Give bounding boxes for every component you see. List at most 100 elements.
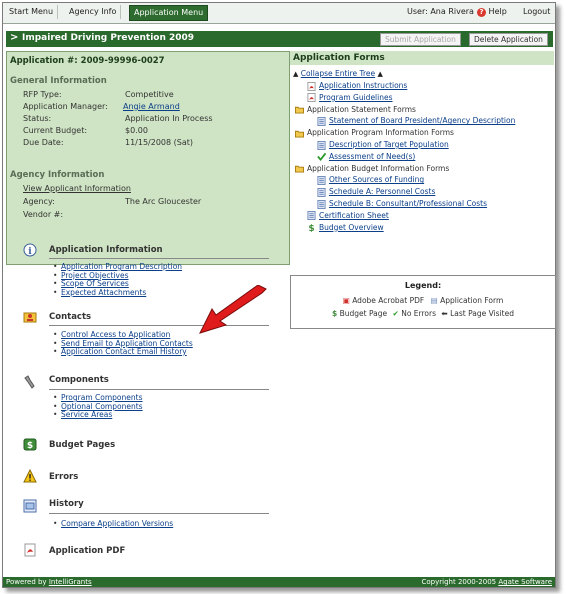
copyright-label: Copyright 2000-2005 xyxy=(421,578,497,586)
divider xyxy=(49,389,269,390)
tree-link[interactable]: Schedule A: Personnel Costs xyxy=(329,187,435,196)
legend-form-label: Application Form xyxy=(440,296,504,305)
service-areas-link[interactable]: Service Areas xyxy=(61,410,112,419)
agency-information-header: Agency Information xyxy=(10,170,105,180)
tree-item[interactable]: Application Program Information Forms xyxy=(295,128,454,138)
components-list: Program Components Optional Components S… xyxy=(53,393,143,420)
document-icon xyxy=(317,187,326,197)
svg-text:$: $ xyxy=(27,441,33,451)
tree-item[interactable]: Other Sources of Funding xyxy=(317,175,424,185)
tree-link[interactable]: Certification Sheet xyxy=(319,211,389,220)
contacts-icon xyxy=(23,310,37,324)
view-applicant-link[interactable]: View Applicant Information xyxy=(23,184,131,193)
powered-by-label: Powered by xyxy=(6,578,47,586)
tree-link[interactable]: Assessment of Need(s) xyxy=(329,152,415,161)
application-titlebar: > Impaired Driving Prevention 2009 Submi… xyxy=(6,31,553,47)
components-icon xyxy=(23,375,37,389)
tree-item[interactable]: Schedule A: Personnel Costs xyxy=(317,187,435,197)
tree-link[interactable]: Application Instructions xyxy=(319,81,407,90)
components-header: Components xyxy=(49,375,109,385)
tree-link[interactable]: Other Sources of Funding xyxy=(329,175,424,184)
field-label: Application Manager: xyxy=(23,102,108,111)
list-item[interactable]: Compare Application Versions xyxy=(53,519,173,529)
legend-budget-label: Budget Page xyxy=(339,309,388,318)
document-icon: ▤ xyxy=(430,296,438,305)
field-status: Status: Application In Process xyxy=(23,114,283,124)
field-label: Status: xyxy=(23,114,52,123)
agate-software-link[interactable]: Agate Software xyxy=(498,578,552,586)
app-window: Start Menu Agency Info Application Menu … xyxy=(2,2,556,588)
errors-link[interactable]: Errors xyxy=(49,472,78,482)
tree-link[interactable]: Program Guidelines xyxy=(319,93,393,102)
help-link[interactable]: ? Help xyxy=(477,5,507,19)
list-item[interactable]: Service Areas xyxy=(53,410,143,420)
application-forms-header: Application Forms xyxy=(290,51,554,65)
contact-email-history-link[interactable]: Application Contact Email History xyxy=(61,347,187,356)
legend-no-errors-label: No Errors xyxy=(401,309,436,318)
tree-folder-label: Application Budget Information Forms xyxy=(307,163,450,173)
field-agency: Agency: The Arc Gloucester xyxy=(23,197,283,207)
tree-item[interactable]: Application Instructions xyxy=(307,81,407,91)
warning-icon xyxy=(23,468,37,483)
compare-versions-link[interactable]: Compare Application Versions xyxy=(61,519,173,528)
legend-title: Legend: xyxy=(404,281,442,290)
logout-link[interactable]: Logout xyxy=(523,5,550,19)
application-information-header: Application Information xyxy=(49,245,163,255)
application-number: Application #: 2009-99996-0027 xyxy=(10,56,165,66)
tree-item[interactable]: Certification Sheet xyxy=(307,211,389,221)
contacts-list: Control Access to Application Send Email… xyxy=(53,330,193,357)
chevron-right-icon[interactable]: > xyxy=(10,32,18,43)
pdf-icon xyxy=(23,543,37,557)
tree-item[interactable]: Schedule B: Consultant/Professional Cost… xyxy=(317,199,487,209)
document-icon xyxy=(307,211,316,221)
tree-item[interactable]: Assessment of Need(s) xyxy=(317,152,415,162)
tree-link[interactable]: Description of Target Population xyxy=(329,140,449,149)
legend-box: Legend: ▣ Adobe Acrobat PDF ▤ Applicatio… xyxy=(290,275,556,329)
application-pdf-link[interactable]: Application PDF xyxy=(49,546,125,556)
application-manager-link[interactable]: Angie Armand xyxy=(123,102,180,111)
folder-icon xyxy=(295,105,304,114)
field-label: Vendor #: xyxy=(23,210,64,219)
nav-agency-info[interactable]: Agency Info xyxy=(65,5,122,19)
footer: Powered by IntelliGrants Copyright 2000-… xyxy=(3,577,555,587)
delete-application-button[interactable]: Delete Application xyxy=(469,33,548,46)
svg-text:i: i xyxy=(28,247,32,257)
tree-item[interactable]: Statement of Board President/Agency Desc… xyxy=(317,116,515,126)
expected-attachments-link[interactable]: Expected Attachments xyxy=(61,288,146,297)
tree-link[interactable]: Budget Overview xyxy=(319,223,384,232)
collapse-tree-link[interactable]: Collapse Entire Tree xyxy=(301,69,375,78)
field-value: The Arc Gloucester xyxy=(125,197,202,206)
collapse-tree-control[interactable]: ▲ Collapse Entire Tree ▲ xyxy=(293,69,383,78)
document-icon xyxy=(317,199,326,209)
nav-application-menu[interactable]: Application Menu xyxy=(129,5,209,21)
tree-item[interactable]: $ Budget Overview xyxy=(307,223,384,235)
field-value: $0.00 xyxy=(125,126,148,135)
list-item[interactable]: Application Contact Email History xyxy=(53,347,193,357)
copyright: Copyright 2000-2005 Agate Software xyxy=(422,577,552,587)
annotation-arrow-icon xyxy=(199,285,267,334)
intelligrants-link[interactable]: IntelliGrants xyxy=(49,578,92,586)
budget-pages-link[interactable]: Budget Pages xyxy=(49,440,115,450)
tree-item[interactable]: Application Budget Information Forms xyxy=(295,164,449,174)
tree-item[interactable]: Program Guidelines xyxy=(307,93,393,103)
document-icon xyxy=(317,116,326,126)
tree-item[interactable]: Application Statement Forms xyxy=(295,105,416,115)
checkmark-icon: ✔ xyxy=(392,309,399,318)
field-rfp-type: RFP Type: Competitive xyxy=(23,90,283,100)
tree-item[interactable]: Description of Target Population xyxy=(317,140,449,150)
nav-start-menu[interactable]: Start Menu xyxy=(5,5,59,19)
list-item[interactable]: Expected Attachments xyxy=(53,288,182,298)
document-icon xyxy=(317,175,326,185)
field-label: Due Date: xyxy=(23,138,64,147)
submit-application-button[interactable]: Submit Application xyxy=(380,33,461,46)
divider xyxy=(49,258,269,259)
pdf-icon xyxy=(307,93,316,103)
tree-link[interactable]: Statement of Board President/Agency Desc… xyxy=(329,116,515,125)
tree-link[interactable]: Schedule B: Consultant/Professional Cost… xyxy=(329,199,487,208)
top-nav: Start Menu Agency Info Application Menu … xyxy=(3,3,555,24)
triangle-up-icon: ▲ xyxy=(377,70,383,78)
arrow-left-icon: ⬅ xyxy=(441,309,448,318)
field-current-budget: Current Budget: $0.00 xyxy=(23,126,283,136)
application-information-list: Application Program Description Project … xyxy=(53,262,182,298)
field-due-date: Due Date: 11/15/2008 (Sat) xyxy=(23,138,283,148)
